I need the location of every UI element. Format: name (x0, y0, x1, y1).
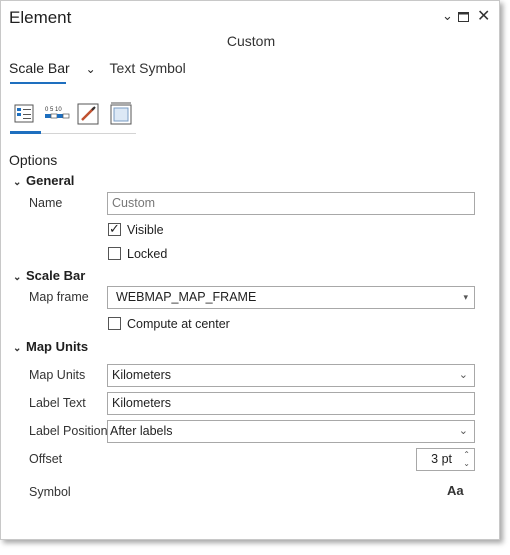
offset-value: 3 pt (431, 452, 452, 466)
pane-title: Element (9, 8, 72, 27)
dropdown-arrow-icon: ▾ (463, 292, 468, 302)
name-label: Name (29, 196, 63, 210)
offset-spinner[interactable]: 3 pt ⌃ ⌄ (416, 448, 475, 471)
map-units-dropdown[interactable]: Kilometers ⌄ (107, 364, 475, 387)
maximize-icon[interactable] (458, 10, 469, 25)
tab-scale-bar[interactable]: Scale Bar (9, 60, 70, 76)
chevron-down-icon: ⌄ (13, 177, 22, 188)
chevron-down-icon[interactable]: ⌄ (442, 8, 453, 24)
compute-at-center-checkbox[interactable] (108, 317, 121, 330)
tab-text-symbol[interactable]: Text Symbol (110, 60, 186, 76)
map-frame-value: WEBMAP_MAP_FRAME (116, 290, 257, 304)
label-position-value: After labels (110, 424, 173, 438)
name-field[interactable]: Custom (107, 192, 475, 215)
active-icon-tab-indicator (10, 131, 41, 134)
scale-bar-group-title: Scale Bar (26, 268, 86, 283)
map-frame-label: Map frame (29, 290, 89, 304)
label-text-field[interactable]: Kilometers (107, 392, 475, 415)
locked-label: Locked (127, 247, 168, 261)
label-text-label: Label Text (29, 396, 86, 410)
scale-bar-group-header[interactable]: ⌄ Scale Bar (13, 268, 85, 283)
map-units-value: Kilometers (112, 368, 172, 382)
general-group-header[interactable]: ⌄ General (13, 173, 74, 188)
general-group-title: General (26, 173, 75, 188)
chevron-down-icon: ⌄ (458, 369, 468, 381)
visible-label: Visible (127, 223, 164, 237)
active-tab-indicator (10, 82, 66, 84)
label-position-dropdown[interactable]: After labels ⌄ (107, 420, 475, 443)
chevron-down-icon: ⌄ (458, 425, 468, 437)
offset-label: Offset (29, 452, 63, 466)
spin-arrows-icon[interactable]: ⌃ ⌄ (463, 450, 470, 468)
tab-strip: Scale Bar ⌄ Text Symbol (9, 60, 186, 76)
close-icon[interactable]: ✕ (477, 6, 490, 26)
element-subtitle: Custom (226, 33, 276, 49)
element-pane: Element ⌄ ✕ Custom Scale Bar ⌄ Text Symb… (0, 0, 500, 540)
options-heading: Options (9, 152, 58, 168)
options-icon[interactable] (13, 102, 37, 126)
display-icon[interactable] (110, 102, 134, 126)
compute-at-center-label: Compute at center (127, 317, 230, 331)
chevron-down-icon: ⌄ (13, 272, 22, 283)
chevron-down-icon[interactable]: ⌄ (86, 62, 96, 76)
map-units-group-header[interactable]: ⌄ Map Units (13, 339, 88, 354)
locked-checkbox[interactable] (108, 247, 121, 260)
chevron-down-icon: ⌄ (13, 343, 22, 354)
map-frame-dropdown[interactable]: WEBMAP_MAP_FRAME ▾ (107, 286, 475, 309)
symbol-label: Symbol (29, 485, 71, 499)
svg-text:0 5 10: 0 5 10 (45, 107, 62, 113)
visible-checkbox[interactable] (108, 221, 121, 237)
pen-icon[interactable] (77, 102, 101, 126)
scale-bar-properties-icon[interactable]: 0 5 10 (44, 102, 72, 126)
label-position-label: Label Position (29, 424, 108, 438)
map-units-label: Map Units (29, 368, 86, 382)
symbol-preview-button[interactable]: Aa (447, 483, 464, 498)
map-units-group-title: Map Units (26, 339, 89, 354)
